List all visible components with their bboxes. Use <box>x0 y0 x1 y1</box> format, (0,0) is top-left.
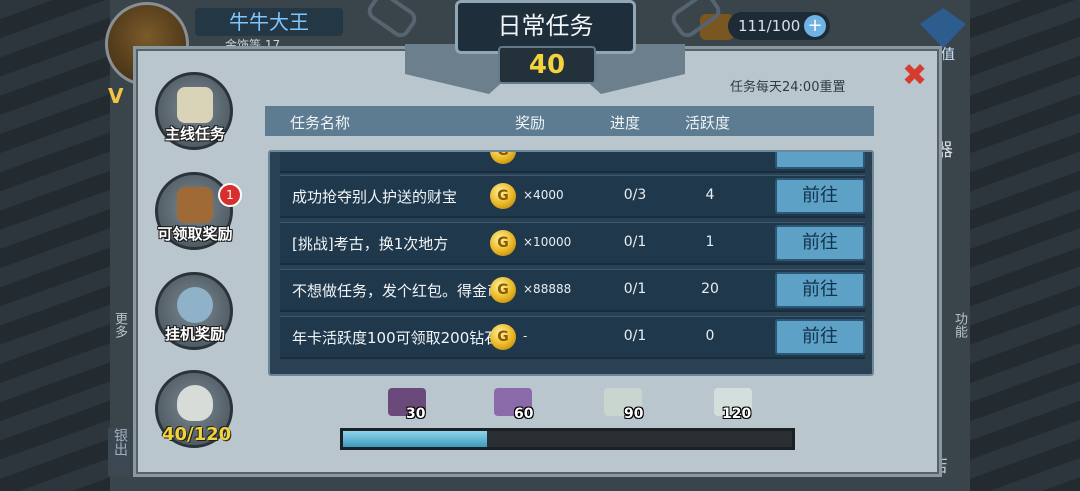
task-progress: 0/1 <box>623 328 647 344</box>
activity-progress-fill <box>343 431 487 447</box>
background-right-wall <box>970 0 1080 491</box>
tab-idle-rewards[interactable]: 挂机奖励 <box>155 272 233 350</box>
vip-label: V <box>108 84 124 108</box>
milestone-30: 30 <box>406 406 426 422</box>
gold-coin-icon: G <box>490 324 516 350</box>
task-activity: 0 <box>705 328 715 344</box>
task-activity: 20 <box>701 281 719 297</box>
task-progress: 0/3 <box>623 187 647 203</box>
reward-amount: ×4000 <box>523 188 564 202</box>
player-name: 牛牛大王 <box>195 8 343 36</box>
milestone-120: 120 <box>722 406 752 422</box>
header-activity: 活跃度 <box>685 114 731 132</box>
table-row: 年卡活跃度100可领取200钻石 G - 0/1 0 前往 <box>280 316 865 359</box>
table-row: 成功抢夺别人护送的财宝 G ×4000 0/3 4 前往 <box>280 175 865 218</box>
milestone-60: 60 <box>514 406 534 422</box>
table-row-partial: G <box>280 152 865 173</box>
function-side-label[interactable]: 功能 <box>950 312 969 338</box>
task-progress: 0/1 <box>623 234 647 250</box>
close-icon[interactable]: ✖ <box>902 61 927 91</box>
trophy-icon <box>177 87 213 123</box>
table-row: [挑战]考古，换1次地方 G ×10000 0/1 1 前往 <box>280 222 865 265</box>
tab-main-quest[interactable]: 主线任务 <box>155 72 233 150</box>
reward-amount: ×10000 <box>523 235 572 249</box>
tab-claimable-rewards[interactable]: 可领取奖励 <box>155 172 233 250</box>
table-row: 不想做任务，发个红包。得金币 G ×88888 0/1 20 前往 <box>280 269 865 312</box>
gold-coin-icon: G <box>490 152 516 164</box>
energy-counter: 40/120 <box>162 424 232 445</box>
tab-claimable-rewards-label: 可领取奖励 <box>157 225 233 243</box>
activity-progress-bar <box>340 428 795 450</box>
gold-coin-icon: G <box>490 230 516 256</box>
go-button[interactable] <box>775 152 865 169</box>
alarm-clock-icon <box>177 287 213 323</box>
tab-main-quest-label: 主线任务 <box>164 125 225 143</box>
header-reward: 奖励 <box>515 114 546 132</box>
go-button[interactable]: 前往 <box>775 319 865 355</box>
more-side-label[interactable]: 更多 <box>110 312 129 338</box>
milestone-90: 90 <box>624 406 644 422</box>
background-left-wall <box>0 0 110 491</box>
go-button[interactable]: 前往 <box>775 272 865 308</box>
reset-note: 任务每天24:00重置 <box>730 80 846 95</box>
gold-coin-icon: G <box>490 277 516 303</box>
go-button[interactable]: 前往 <box>775 178 865 214</box>
task-name: [挑战]考古，换1次地方 <box>292 235 449 253</box>
chest-icon <box>177 187 213 223</box>
activity-score: 40 <box>498 46 596 84</box>
bottom-left-label[interactable]: 银出 <box>108 428 130 476</box>
gold-coin-icon: G <box>490 183 516 209</box>
task-name: 不想做任务，发个红包。得金币 <box>292 282 503 300</box>
header-task-name: 任务名称 <box>290 114 351 132</box>
reward-amount: ×88888 <box>523 282 572 296</box>
tab-notification-badge: 1 <box>218 183 242 207</box>
task-activity: 4 <box>705 187 715 203</box>
go-button[interactable]: 前往 <box>775 225 865 261</box>
task-table-header: 任务名称 奖励 进度 活跃度 <box>265 106 874 136</box>
resource-add-button[interactable]: + <box>804 15 826 37</box>
header-progress: 进度 <box>610 114 641 132</box>
task-progress: 0/1 <box>623 281 647 297</box>
task-name: 成功抢夺别人护送的财宝 <box>292 188 458 206</box>
task-name: 年卡活跃度100可领取200钻石 <box>292 329 500 347</box>
reward-amount: - <box>523 329 528 343</box>
skull-shield-icon <box>177 385 213 421</box>
task-activity: 1 <box>705 234 715 250</box>
tab-idle-rewards-label: 挂机奖励 <box>164 325 225 343</box>
task-list[interactable]: G 成功抢夺别人护送的财宝 G ×4000 0/3 4 前往 [挑战]考古，换1… <box>268 150 874 376</box>
